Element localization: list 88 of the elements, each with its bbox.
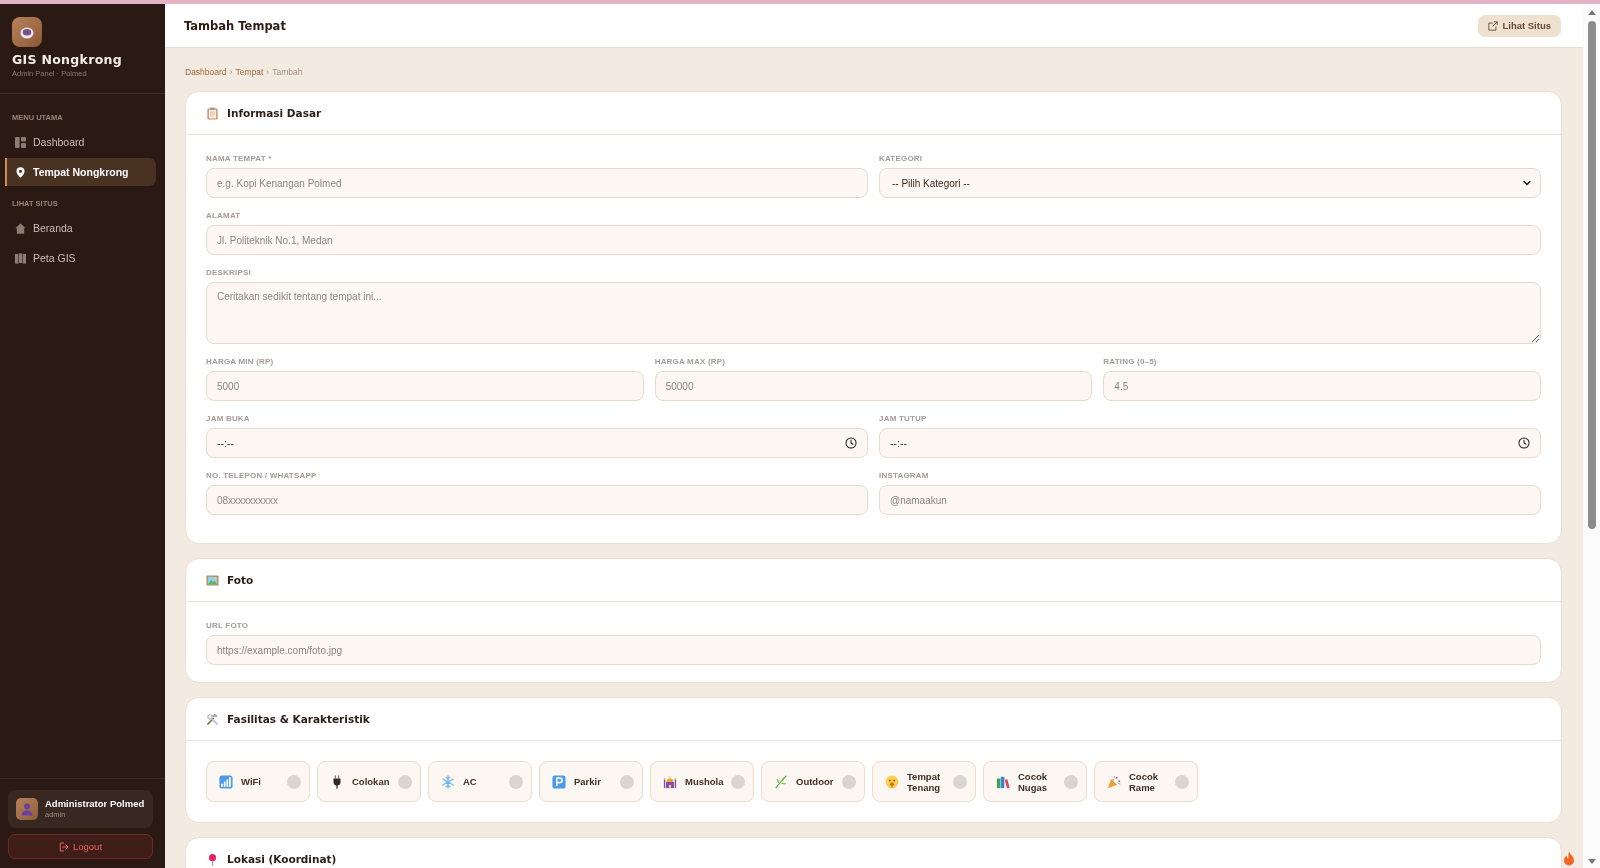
facility-toggle[interactable]: Tempat Tenang	[872, 761, 976, 802]
text-field[interactable]: Jl. Politeknik No.1, Medan	[206, 225, 1541, 255]
clipboard-icon	[206, 106, 219, 120]
card-title: Foto	[227, 574, 254, 586]
scrollbar[interactable]	[1583, 4, 1600, 868]
text-field[interactable]: e.g. Kopi Kenangan Polmed	[206, 168, 868, 198]
external-link-icon	[1488, 20, 1499, 31]
signal-bars-icon	[219, 774, 233, 789]
field-label: INSTAGRAM	[879, 470, 930, 481]
nav-item[interactable]: Tempat Nongkrong	[5, 158, 156, 186]
facility-toggle[interactable]: Outdoor	[761, 761, 865, 802]
snowflake-icon	[441, 774, 455, 789]
checkbox[interactable]	[509, 774, 523, 789]
nav-item[interactable]: Dashboard	[5, 128, 156, 156]
card-title: Lokasi (Koordinat)	[227, 853, 337, 865]
card-title: Fasilitas & Karakteristik	[227, 713, 370, 725]
field-label: URL FOTO	[206, 620, 250, 631]
flame-icon[interactable]	[1563, 851, 1575, 866]
pushpin-icon	[206, 852, 219, 866]
checkbox[interactable]	[953, 774, 967, 789]
checkbox[interactable]	[398, 774, 412, 789]
field-label: DESKRIPSI	[206, 267, 252, 278]
checkbox[interactable]	[731, 774, 745, 789]
facility-toggle[interactable]: Colokan	[317, 761, 421, 802]
scroll-down-icon[interactable]	[1587, 859, 1596, 864]
field-label: JAM TUTUP	[879, 413, 928, 424]
user-name: Administrator Polmed	[45, 798, 145, 810]
facility-toggle[interactable]: Cocok Rame	[1094, 761, 1198, 802]
text-field[interactable]: 4.5	[1103, 371, 1541, 401]
mosque-icon	[663, 774, 677, 789]
card-title: Informasi Dasar	[227, 107, 322, 119]
facility-toggle[interactable]: WiFi	[206, 761, 310, 802]
coffee-cup-logo-icon	[12, 17, 42, 47]
facility-toggle[interactable]: Parkir	[539, 761, 643, 802]
chevron-down-icon	[1522, 178, 1532, 188]
parking-sign-icon	[552, 774, 566, 789]
face-icon	[885, 774, 899, 789]
scroll-up-icon[interactable]	[1587, 10, 1596, 15]
map-pin-icon	[15, 166, 26, 178]
breadcrumb-link[interactable]: Tempat	[235, 67, 264, 77]
text-field[interactable]: https://example.com/foto.jpg	[206, 635, 1541, 665]
checkbox[interactable]	[1064, 774, 1078, 789]
textarea-field[interactable]: Ceritakan sedikit tentang tempat ini...	[206, 282, 1541, 344]
nav-item[interactable]: Peta GIS	[5, 244, 156, 272]
dashboard-icon	[15, 136, 26, 148]
field-label: NO. TELEPON / WHATSAPP	[206, 470, 318, 481]
nav-item[interactable]: Beranda	[5, 214, 156, 242]
logout-icon	[58, 841, 69, 852]
field-label: HARGA MIN (RP)	[206, 356, 275, 367]
field-label: ALAMAT	[206, 210, 242, 221]
field-label: JAM BUKA	[206, 413, 251, 424]
landscape-picture-icon	[206, 573, 219, 587]
text-field[interactable]: @namaakun	[879, 485, 1541, 515]
breadcrumb-separator: ›	[266, 67, 270, 77]
party-popper-icon	[1107, 774, 1121, 789]
field-label: RATING (0–5)	[1103, 356, 1158, 367]
clock-icon[interactable]	[845, 437, 857, 449]
hammer-wrench-icon	[206, 712, 219, 726]
scrollbar-thumb[interactable]	[1587, 21, 1596, 529]
time-field[interactable]: --:--	[879, 428, 1541, 458]
house-icon	[15, 222, 26, 234]
time-field[interactable]: --:--	[206, 428, 868, 458]
facility-toggle[interactable]: Cocok Nugas	[983, 761, 1087, 802]
books-icon	[996, 774, 1010, 789]
user-avatar	[16, 798, 38, 820]
app-title: GIS Nongkrong	[12, 52, 123, 67]
page-title: Tambah Tempat	[184, 18, 286, 33]
current-page-label: Tambah	[272, 67, 303, 77]
map-icon	[15, 252, 26, 264]
facility-toggle[interactable]: Mushola	[650, 761, 754, 802]
checkbox[interactable]	[842, 774, 856, 789]
clock-icon[interactable]	[1518, 437, 1530, 449]
view-site-button[interactable]: Lihat Situs	[1478, 14, 1561, 37]
text-field[interactable]: 50000	[654, 371, 1093, 401]
checkbox[interactable]	[1175, 774, 1189, 789]
checkbox[interactable]	[620, 774, 634, 789]
text-field[interactable]: 5000	[206, 371, 644, 401]
dropdown[interactable]: -- Pilih Kategori --	[879, 168, 1541, 198]
field-label: HARGA MAX (RP)	[654, 356, 727, 367]
breadcrumb-separator: ›	[229, 67, 233, 77]
breadcrumb-link[interactable]: Dashboard	[185, 67, 227, 77]
logout-button[interactable]: Logout	[8, 834, 153, 859]
checkbox[interactable]	[287, 774, 301, 789]
facility-toggle[interactable]: AC	[428, 761, 532, 802]
field-label: KATEGORI	[879, 153, 924, 164]
field-label: NAMA TEMPAT *	[206, 153, 273, 164]
text-field[interactable]: 08xxxxxxxxxx	[206, 485, 868, 515]
herb-icon	[774, 774, 788, 789]
